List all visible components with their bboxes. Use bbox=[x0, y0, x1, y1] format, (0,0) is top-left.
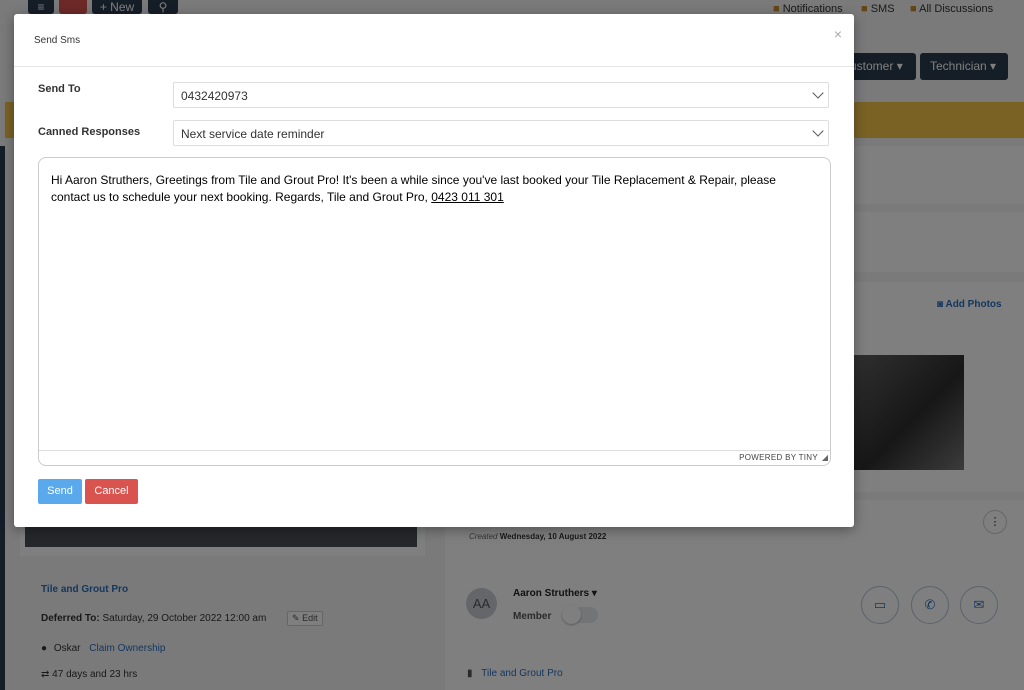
send-to-select[interactable]: 0432420973 bbox=[173, 82, 829, 108]
message-body[interactable]: Hi Aaron Struthers, Greetings from Tile … bbox=[51, 172, 816, 206]
canned-responses-select[interactable]: Next service date reminder bbox=[173, 120, 829, 146]
message-editor[interactable]: Hi Aaron Struthers, Greetings from Tile … bbox=[38, 157, 831, 466]
cancel-button[interactable]: Cancel bbox=[85, 479, 138, 504]
close-icon[interactable]: × bbox=[834, 26, 842, 42]
chevron-down-icon bbox=[812, 87, 824, 99]
canned-responses-value: Next service date reminder bbox=[181, 127, 325, 141]
modal-header: Send Sms × bbox=[14, 14, 854, 67]
send-button[interactable]: Send bbox=[38, 479, 82, 504]
resize-handle-icon[interactable]: ◢ bbox=[822, 453, 828, 462]
powered-by-label[interactable]: POWERED BY TINY bbox=[739, 453, 818, 462]
canned-responses-label: Canned Responses bbox=[38, 126, 141, 138]
editor-statusbar: POWERED BY TINY ◢ bbox=[39, 450, 830, 465]
chevron-down-icon bbox=[812, 125, 824, 137]
send-to-value: 0432420973 bbox=[181, 89, 248, 103]
modal-title: Send Sms bbox=[34, 35, 81, 46]
send-sms-modal: Send Sms × Send To 0432420973 Canned Res… bbox=[14, 14, 854, 527]
message-phone-link[interactable]: 0423 011 301 bbox=[431, 190, 504, 204]
send-to-label: Send To bbox=[38, 83, 81, 95]
message-text: Hi Aaron Struthers, Greetings from Tile … bbox=[51, 173, 776, 204]
